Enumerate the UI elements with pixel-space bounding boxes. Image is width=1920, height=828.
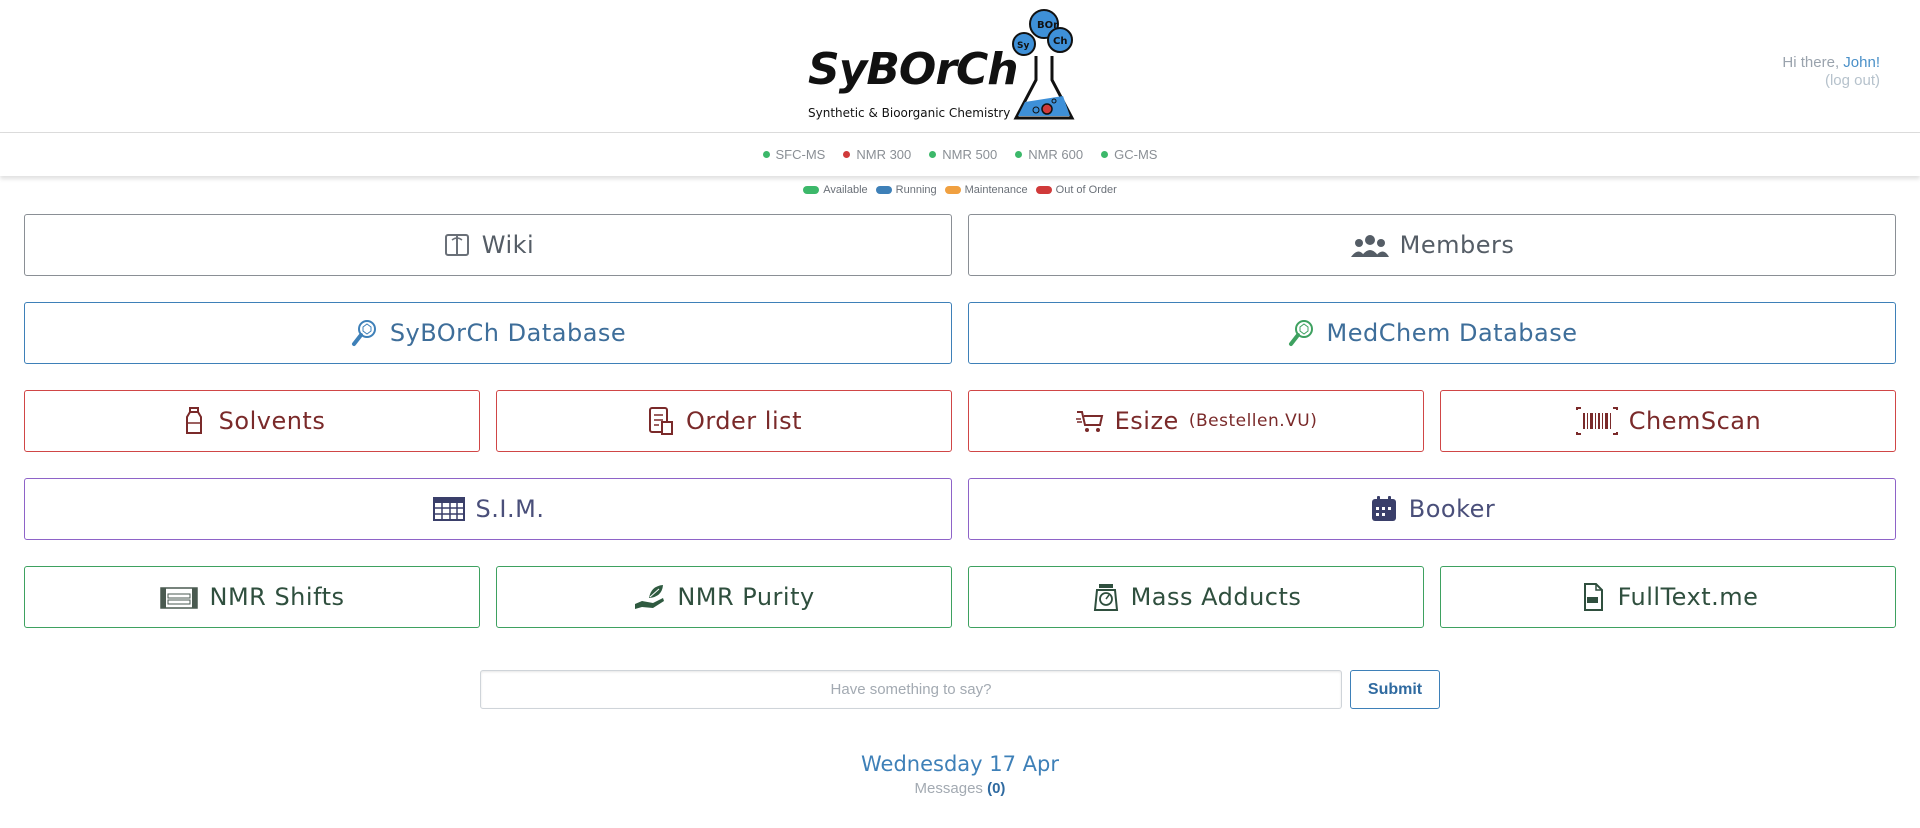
chemscan-label: ChemScan (1628, 407, 1762, 435)
logo-subtitle: Synthetic & Bioorganic Chemistry (808, 106, 1011, 120)
page-header: SyBOrCh Synthetic & Bioorganic Chemistry… (0, 0, 1920, 133)
instrument-status[interactable]: NMR 600 (1015, 147, 1083, 162)
instrument-status[interactable]: SFC-MS (762, 147, 826, 162)
clipboard-icon (648, 407, 673, 435)
order-list-button[interactable]: Order list (496, 390, 952, 452)
wiki-label: Wiki (481, 231, 535, 259)
people-icon (1350, 235, 1389, 257)
esize-sublabel: (Bestellen.VU) (1188, 411, 1318, 431)
user-name: John! (1843, 54, 1880, 71)
periodic-table-icon (160, 587, 199, 609)
medchem-database-label: MedChem Database (1326, 319, 1578, 347)
status-dot (1101, 151, 1109, 158)
bottle-icon (185, 407, 202, 434)
messages-count: (0) (987, 780, 1006, 797)
messages-summary[interactable]: Messages (0) (0, 780, 1920, 797)
status-dot (843, 151, 851, 158)
nmr-shifts-label: NMR Shifts (209, 583, 345, 611)
mass-adducts-button[interactable]: Mass Adducts (968, 566, 1424, 628)
fulltext-button[interactable]: FullText.me (1440, 566, 1896, 628)
nmr-purity-label: NMR Purity (677, 583, 815, 611)
sim-button[interactable]: S.I.M. (24, 478, 952, 540)
syborch-database-label: SyBOrCh Database (389, 319, 627, 347)
order-list-label: Order list (685, 407, 803, 435)
legend-label: Available (823, 184, 868, 196)
legend-item: Running (875, 184, 937, 196)
syborch-logo[interactable]: SyBOrCh Synthetic & Bioorganic Chemistry… (800, 6, 1080, 126)
instrument-status[interactable]: NMR 500 (929, 147, 997, 162)
book-icon (444, 234, 469, 256)
legend-item: Available (803, 184, 868, 196)
sim-label: S.I.M. (475, 495, 545, 523)
instrument-status[interactable]: NMR 300 (843, 147, 911, 162)
members-label: Members (1399, 231, 1515, 259)
legend-item: Maintenance (944, 184, 1028, 196)
greeting-text: Hi there, (1782, 54, 1840, 71)
svg-text:Sy: Sy (1017, 41, 1029, 51)
svg-text:Ch: Ch (1053, 36, 1067, 47)
mass-adducts-label: Mass Adducts (1130, 583, 1302, 611)
molecule-search-icon (351, 320, 376, 346)
cart-icon (1075, 411, 1103, 432)
legend-swatch (1035, 186, 1052, 194)
instrument-name: NMR 600 (1028, 147, 1084, 162)
user-greeting: Hi there, John! (log out) (1782, 54, 1880, 90)
barcode-icon (1575, 407, 1618, 435)
wiki-button[interactable]: Wiki (24, 214, 952, 276)
instrument-name: NMR 500 (942, 147, 998, 162)
table-icon (432, 497, 465, 521)
feedback-input[interactable] (480, 670, 1342, 709)
molecule-search-icon (1288, 320, 1313, 346)
logo-text: SyBOrCh (808, 44, 1019, 95)
logout-link[interactable]: (log out) (1782, 72, 1880, 90)
messages-label: Messages (914, 780, 983, 797)
calendar-icon (1371, 496, 1396, 521)
current-date: Wednesday 17 Apr (861, 752, 1059, 776)
scale-icon (1093, 584, 1118, 611)
status-dot (1015, 151, 1023, 158)
instrument-name: GC-MS (1114, 147, 1158, 162)
instrument-status-bar: SFC-MS NMR 300 NMR 500 NMR 600 GC-MS (0, 133, 1920, 176)
instrument-name: NMR 300 (856, 147, 912, 162)
fulltext-label: FullText.me (1617, 583, 1759, 611)
solvents-button[interactable]: Solvents (24, 390, 480, 452)
esize-label: Esize (1114, 407, 1179, 435)
legend-swatch (803, 186, 820, 194)
status-dot (929, 151, 937, 158)
solvents-label: Solvents (218, 407, 326, 435)
pdf-file-icon (1583, 583, 1603, 611)
legend-swatch (944, 186, 961, 194)
legend-item: Out of Order (1035, 184, 1117, 196)
legend-label: Running (895, 184, 937, 196)
submit-button[interactable]: Submit (1350, 670, 1440, 709)
chemscan-button[interactable]: ChemScan (1440, 390, 1896, 452)
medchem-database-button[interactable]: MedChem Database (968, 302, 1896, 364)
legend-label: Out of Order (1055, 184, 1117, 196)
esize-button[interactable]: Esize (Bestellen.VU) (968, 390, 1424, 452)
legend-label: Maintenance (964, 184, 1028, 196)
booker-label: Booker (1408, 495, 1496, 523)
syborch-database-button[interactable]: SyBOrCh Database (24, 302, 952, 364)
status-dot (762, 151, 770, 158)
nmr-purity-button[interactable]: NMR Purity (496, 566, 952, 628)
flask-logo-icon: BOr Sy Ch (1012, 9, 1075, 120)
status-legend: Available Running Maintenance Out of Ord… (0, 184, 1920, 196)
instrument-status[interactable]: GC-MS (1101, 147, 1157, 162)
members-button[interactable]: Members (968, 214, 1896, 276)
instrument-name: SFC-MS (775, 147, 826, 162)
nmr-shifts-button[interactable]: NMR Shifts (24, 566, 480, 628)
legend-swatch (875, 186, 892, 194)
booker-button[interactable]: Booker (968, 478, 1896, 540)
hand-leaf-icon (635, 585, 665, 609)
